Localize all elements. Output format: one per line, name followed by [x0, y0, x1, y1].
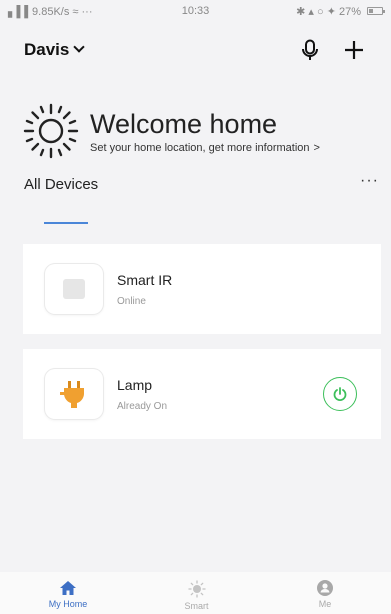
plus-icon [345, 41, 363, 59]
more-options-button[interactable]: ··· [360, 173, 379, 192]
status-icons: ✱ ▴ ○ ✦ 27% [296, 5, 385, 18]
welcome-subtitle: Set your home location, get more informa… [90, 142, 320, 154]
microphone-icon [302, 39, 318, 60]
header: Davis [0, 30, 391, 70]
voice-button[interactable] [295, 35, 325, 65]
battery-icon [367, 7, 385, 15]
power-toggle-button[interactable] [323, 377, 357, 411]
nav-label: Smart [184, 601, 209, 611]
sun-icon [23, 103, 79, 159]
device-name: Lamp [117, 376, 153, 393]
nav-my-home[interactable]: My Home [38, 572, 98, 614]
ir-remote-icon [63, 279, 85, 299]
nav-label: My Home [48, 599, 88, 609]
device-card-lamp[interactable]: Lamp Already On [23, 349, 381, 439]
app-screen: ▖▌▌9.85K/s ≈ ··· 10:33 ✱ ▴ ○ ✦ 27% Davis [0, 0, 391, 614]
nav-me[interactable]: Me [295, 572, 355, 614]
device-thumbnail [45, 264, 103, 314]
tab-indicator [44, 222, 88, 224]
add-device-button[interactable] [339, 35, 369, 65]
nav-label: Me [318, 599, 332, 609]
device-status: Online [117, 295, 146, 307]
nav-smart[interactable]: Smart [167, 572, 227, 614]
welcome-title: Welcome home [90, 109, 278, 139]
location-prompt: Set your home location, get more informa… [90, 142, 310, 154]
network-speed: ▖▌▌9.85K/s ≈ ··· [8, 5, 93, 18]
plug-icon [60, 381, 84, 408]
device-card-smart-ir[interactable]: Smart IR Online [23, 244, 381, 334]
bottom-nav: My Home Smart Me [0, 572, 391, 614]
home-selector[interactable]: Davis [24, 40, 69, 60]
smart-sun-icon [187, 580, 206, 598]
status-bar: ▖▌▌9.85K/s ≈ ··· 10:33 ✱ ▴ ○ ✦ 27% [0, 0, 391, 22]
device-name: Smart IR [117, 271, 173, 288]
chevron-right-icon: > [313, 142, 320, 154]
devices-section-header: All Devices ··· [24, 164, 379, 204]
profile-icon [317, 580, 333, 596]
tab-all-devices[interactable]: All Devices [24, 176, 98, 193]
device-status: Already On [117, 400, 168, 412]
chevron-down-icon[interactable] [73, 41, 86, 53]
welcome-banner[interactable]: Welcome home Set your home location, get… [20, 100, 391, 162]
power-icon [333, 387, 347, 401]
home-icon [60, 581, 76, 595]
status-indicators: ✱ ▴ ○ ✦ 27% [296, 5, 361, 18]
device-thumbnail [45, 369, 103, 419]
